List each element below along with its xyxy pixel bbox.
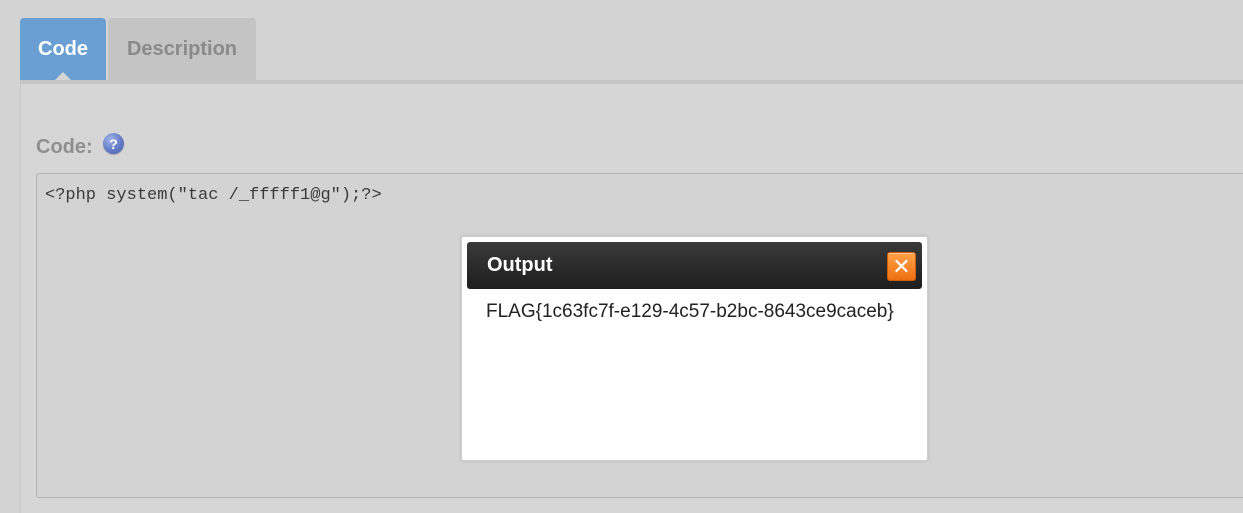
code-field-label: Code:: [36, 136, 93, 158]
tab-description[interactable]: Description: [108, 18, 256, 80]
dialog-title: Output: [487, 254, 553, 276]
output-dialog: Output ✕ FLAG{1c63fc7f-e129-4c57-b2bc-86…: [461, 236, 928, 461]
help-icon[interactable]: ?: [103, 133, 124, 154]
close-icon[interactable]: ✕: [887, 252, 916, 281]
tab-code-label: Code: [38, 37, 88, 60]
dialog-output-text: FLAG{1c63fc7f-e129-4c57-b2bc-8643ce9cace…: [486, 301, 894, 322]
tab-description-label: Description: [126, 37, 238, 60]
tab-code[interactable]: Code: [20, 18, 106, 80]
dialog-header: Output ✕: [467, 242, 922, 289]
tab-bar: Code Description: [0, 0, 1243, 84]
